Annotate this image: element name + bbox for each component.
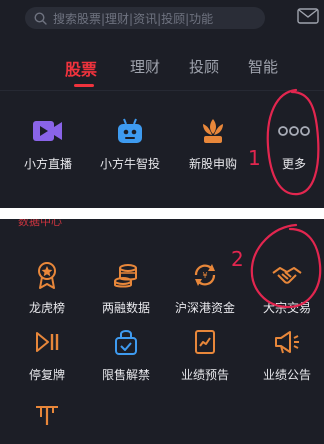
quick-item-ipo[interactable]: 新股申购 xyxy=(183,115,243,172)
data-item-announcement[interactable]: 业绩公告 xyxy=(261,326,313,383)
lotus-icon xyxy=(195,115,231,147)
unlock-bag-icon xyxy=(108,326,144,358)
data-item-forecast[interactable]: 业绩预告 xyxy=(180,326,230,383)
tab-stocks[interactable]: 股票 xyxy=(65,56,97,80)
megaphone-icon xyxy=(269,326,305,358)
quick-item-label: 小方直播 xyxy=(23,157,72,171)
quick-item-label: 小方牛智投 xyxy=(99,157,160,171)
data-item-lockup[interactable]: 限售解禁 xyxy=(97,326,155,383)
search-icon xyxy=(34,11,47,25)
search-input[interactable]: 搜索股票|理财|资讯|投顾|功能 xyxy=(53,10,213,27)
data-item-label: 业绩预告 xyxy=(180,368,229,382)
robot-icon xyxy=(112,115,148,147)
quick-item-robot[interactable]: 小方牛智投 xyxy=(96,115,164,172)
top-panel: 搜索股票|理财|资讯|投顾|功能 股票 理财 投顾 智能 小方直播 小方牛智投 … xyxy=(0,0,324,208)
data-item-label: 业绩公告 xyxy=(262,368,311,382)
report-chart-icon xyxy=(187,326,223,358)
exchange-arrows-icon: ¥ xyxy=(187,259,223,291)
data-item-scale[interactable] xyxy=(32,397,62,429)
data-item-margin[interactable]: 两融数据 xyxy=(97,259,155,316)
data-item-label: 龙虎榜 xyxy=(28,301,65,315)
data-center-panel: 数据中心 龙虎榜 两融数据 ¥ 沪深港资金 大宗交易 停复牌 限售解禁 业绩预告… xyxy=(0,219,324,444)
scale-icon xyxy=(29,397,65,429)
data-item-connect-flow[interactable]: ¥ 沪深港资金 xyxy=(173,259,237,316)
data-item-label: 限售解禁 xyxy=(101,368,150,382)
quick-item-label: 新股申购 xyxy=(188,157,237,171)
tab-smart[interactable]: 智能 xyxy=(248,56,278,77)
tab-advisor[interactable]: 投顾 xyxy=(189,56,219,77)
section-title: 数据中心 xyxy=(18,219,62,228)
annotation-circle-2 xyxy=(250,223,322,309)
data-item-dragon-tiger[interactable]: 龙虎榜 xyxy=(22,259,72,316)
tab-wealth[interactable]: 理财 xyxy=(130,56,160,77)
svg-text:¥: ¥ xyxy=(202,271,207,280)
medal-icon xyxy=(29,259,65,291)
video-camera-icon xyxy=(30,115,66,147)
quick-item-live[interactable]: 小方直播 xyxy=(17,115,79,172)
data-item-label: 沪深港资金 xyxy=(174,301,235,315)
annotation-circle-1 xyxy=(266,88,320,196)
mail-icon[interactable] xyxy=(297,8,319,24)
data-item-label: 两融数据 xyxy=(101,301,150,315)
coin-stack-icon xyxy=(108,259,144,291)
data-item-suspension[interactable]: 停复牌 xyxy=(22,326,72,383)
tab-active-indicator xyxy=(74,84,94,87)
annotation-number-1: 1 xyxy=(248,146,261,170)
data-item-label: 停复牌 xyxy=(28,368,65,382)
play-pause-icon xyxy=(29,326,65,358)
search-bar[interactable]: 搜索股票|理财|资讯|投顾|功能 xyxy=(25,7,265,29)
